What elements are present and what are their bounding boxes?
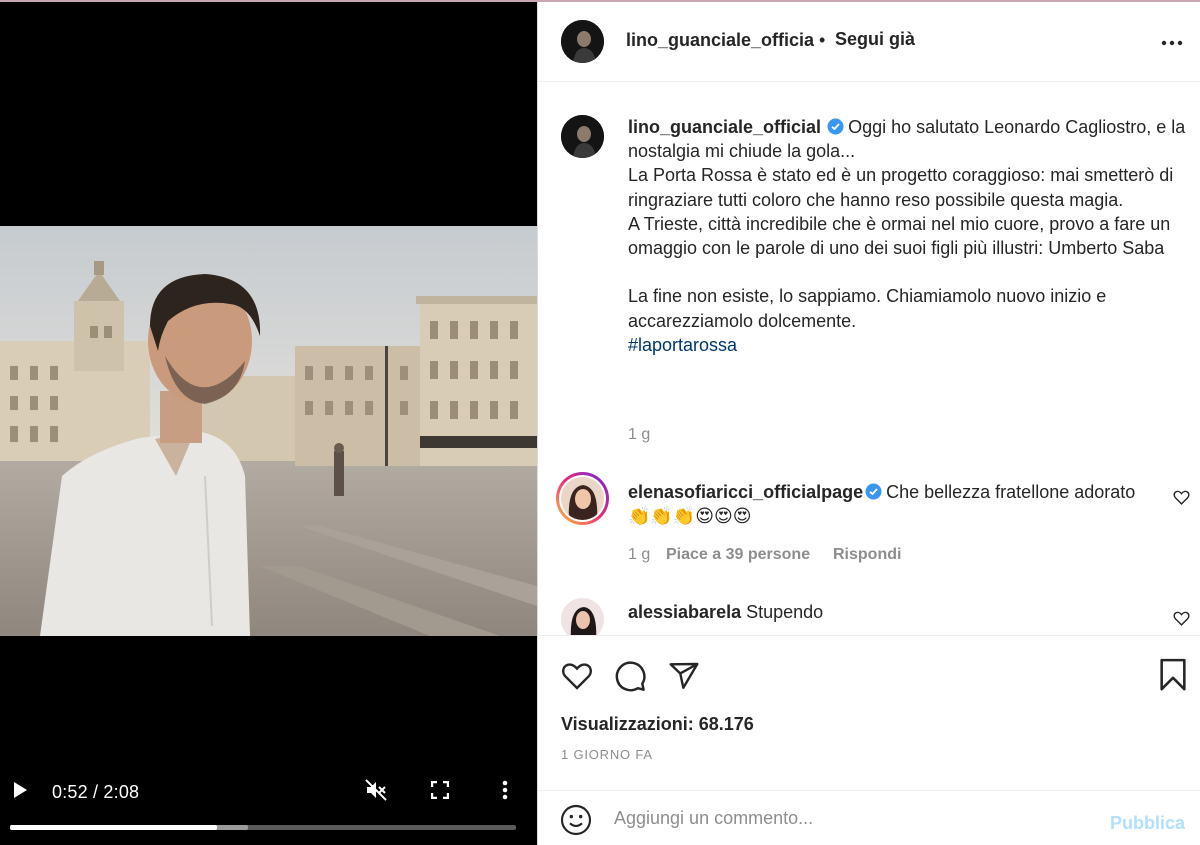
video-time-display: 0:52 / 2:08 bbox=[52, 782, 140, 802]
add-comment-form: Pubblica bbox=[538, 790, 1200, 845]
post-date[interactable]: 1 GIORNO FA bbox=[561, 747, 653, 762]
video-player[interactable]: 0:52 / 2:08 bbox=[0, 2, 537, 845]
verified-icon bbox=[827, 118, 844, 135]
play-button[interactable] bbox=[8, 778, 32, 802]
post-actions: Visualizzazioni: 68.176 1 GIORNO FA bbox=[538, 635, 1200, 790]
author-avatar[interactable] bbox=[561, 20, 604, 63]
comment-avatar-ring[interactable] bbox=[556, 472, 609, 525]
play-icon bbox=[14, 782, 27, 798]
comment-like-heart-icon[interactable] bbox=[1173, 489, 1190, 506]
header-username[interactable]: lino_guanciale_officia bbox=[626, 30, 814, 51]
caption-text: Oggi ho salutato Leonardo Cagliostro, e … bbox=[628, 117, 1186, 331]
caption-hashtag-link[interactable]: #laportarossa bbox=[628, 335, 737, 355]
video-progress-fill bbox=[10, 825, 218, 830]
comment-body: elenasofiaricci_officialpage Che bellezza… bbox=[628, 480, 1158, 528]
video-frame[interactable] bbox=[0, 226, 537, 636]
video-options-button[interactable] bbox=[494, 778, 516, 802]
caption-age[interactable]: 1 g bbox=[628, 426, 650, 444]
comment-avatar-image bbox=[561, 477, 604, 520]
more-horizontal-icon bbox=[1161, 40, 1183, 46]
caption-author-avatar[interactable] bbox=[561, 115, 604, 158]
verified-icon bbox=[865, 483, 882, 500]
comment-body: alessiabarela Stupendo bbox=[628, 600, 1158, 624]
comment-likes-count[interactable]: Piace a 39 persone bbox=[666, 546, 810, 564]
post-caption: lino_guanciale_official Oggi ho salutato … bbox=[628, 115, 1188, 357]
author-avatar-image bbox=[561, 20, 604, 63]
fullscreen-button[interactable] bbox=[428, 778, 452, 802]
comment-avatar-image bbox=[561, 598, 604, 635]
video-still-image bbox=[0, 226, 537, 636]
instagram-post-view: 0:52 / 2:08 lino_guanciale_officia • Seg… bbox=[0, 0, 1200, 845]
comment-reply-button[interactable]: Rispondi bbox=[833, 546, 901, 564]
comment-username[interactable]: elenasofiaricci_officialpage bbox=[628, 482, 863, 502]
emoji-icon[interactable] bbox=[560, 804, 592, 836]
like-heart-icon[interactable] bbox=[560, 660, 594, 692]
caption-avatar-image bbox=[561, 115, 604, 158]
post-details-panel: lino_guanciale_officia • Segui già lino_… bbox=[537, 2, 1200, 845]
post-header: lino_guanciale_officia • Segui già bbox=[538, 2, 1200, 82]
follow-status-button[interactable]: Segui già bbox=[835, 29, 915, 50]
comment-icon[interactable] bbox=[614, 660, 647, 693]
bookmark-icon[interactable] bbox=[1158, 658, 1188, 692]
views-count[interactable]: Visualizzazioni: 68.176 bbox=[561, 714, 754, 735]
comment-input[interactable] bbox=[614, 805, 1094, 831]
publish-button[interactable]: Pubblica bbox=[1110, 813, 1185, 834]
caption-username[interactable]: lino_guanciale_official bbox=[628, 117, 821, 137]
comment-username[interactable]: alessiabarela bbox=[628, 602, 741, 622]
comment-text: Stupendo bbox=[746, 602, 824, 622]
header-separator: • bbox=[819, 30, 826, 50]
comment-avatar[interactable] bbox=[561, 598, 604, 635]
comment-age[interactable]: 1 g bbox=[628, 546, 650, 564]
mute-icon bbox=[365, 779, 387, 801]
video-progress-bar[interactable] bbox=[10, 825, 516, 830]
more-options-button[interactable] bbox=[1160, 35, 1184, 46]
mute-button[interactable] bbox=[362, 776, 390, 804]
comments-section[interactable]: lino_guanciale_official Oggi ho salutato … bbox=[538, 82, 1200, 635]
share-icon[interactable] bbox=[668, 660, 700, 692]
more-vertical-icon bbox=[502, 780, 508, 800]
fullscreen-icon bbox=[431, 781, 449, 799]
comment-like-heart-icon[interactable] bbox=[1173, 610, 1190, 627]
